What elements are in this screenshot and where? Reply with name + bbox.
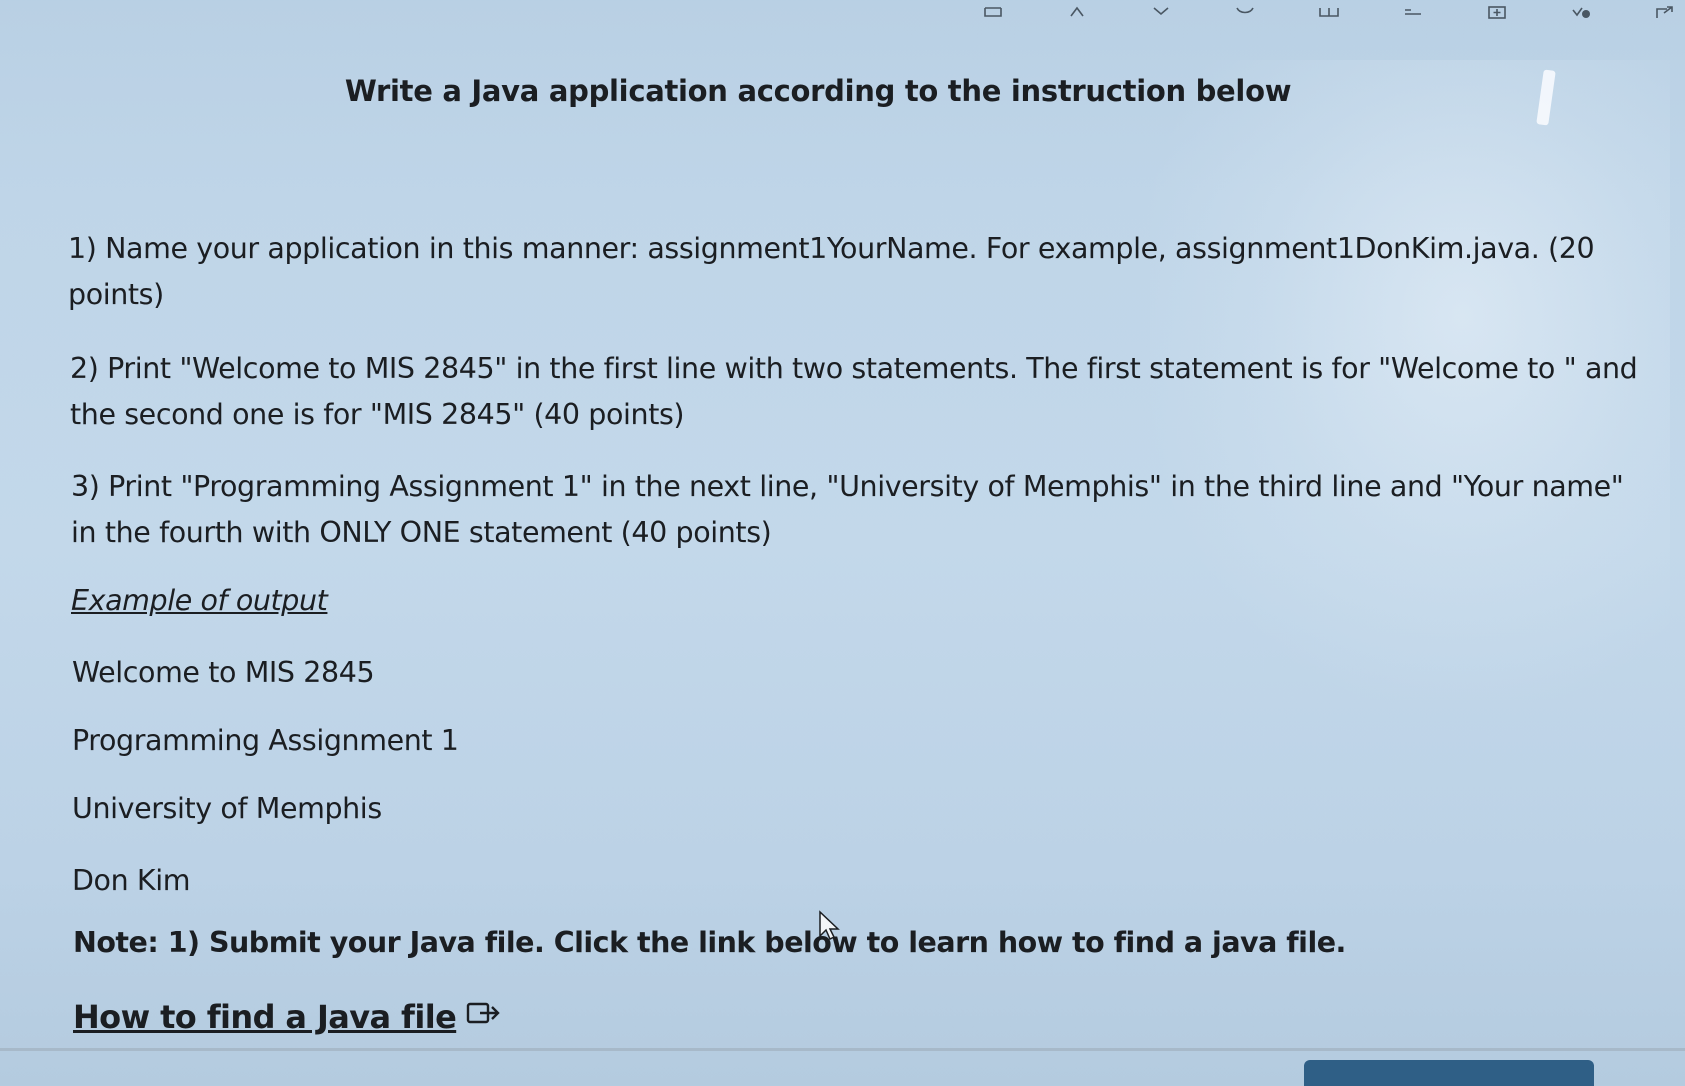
share-icon[interactable]: [1653, 6, 1677, 20]
output-line: Programming Assignment 1: [72, 724, 459, 757]
link-text: How to find a Java file: [73, 998, 457, 1036]
star-icon[interactable]: [1149, 6, 1173, 20]
table-icon[interactable]: [981, 6, 1005, 20]
output-line: Don Kim: [72, 864, 191, 897]
split-icon[interactable]: [1317, 6, 1341, 20]
page-title: Write a Java application according to th…: [344, 74, 1292, 108]
instruction-item-2: 2) Print "Welcome to MIS 2845" in the fi…: [70, 352, 1638, 431]
how-to-find-java-file-link[interactable]: How to find a Java file: [73, 998, 502, 1036]
instruction-item-1: 1) Name your application in this manner:…: [68, 232, 1595, 311]
list-icon[interactable]: [1401, 6, 1425, 20]
browser-toolbar: [0, 0, 1685, 26]
submit-button[interactable]: [1304, 1060, 1594, 1086]
extension-icon[interactable]: [1569, 6, 1593, 20]
puzzle-icon[interactable]: [1233, 6, 1257, 20]
output-line: University of Memphis: [72, 792, 382, 825]
example-heading: Example of output: [71, 584, 328, 617]
content-divider: [0, 1048, 1685, 1051]
instruction-item-3: 3) Print "Programming Assignment 1" in t…: [71, 470, 1624, 549]
submission-note: Note: 1) Submit your Java file. Click th…: [73, 926, 1346, 959]
add-tab-icon[interactable]: [1485, 6, 1509, 20]
mouse-cursor-icon: [819, 910, 840, 941]
output-line: Welcome to MIS 2845: [72, 656, 375, 689]
external-link-icon: [466, 998, 502, 1036]
sort-icon[interactable]: [1065, 6, 1089, 20]
assignment-content: Write a Java application according to th…: [68, 74, 1648, 1036]
